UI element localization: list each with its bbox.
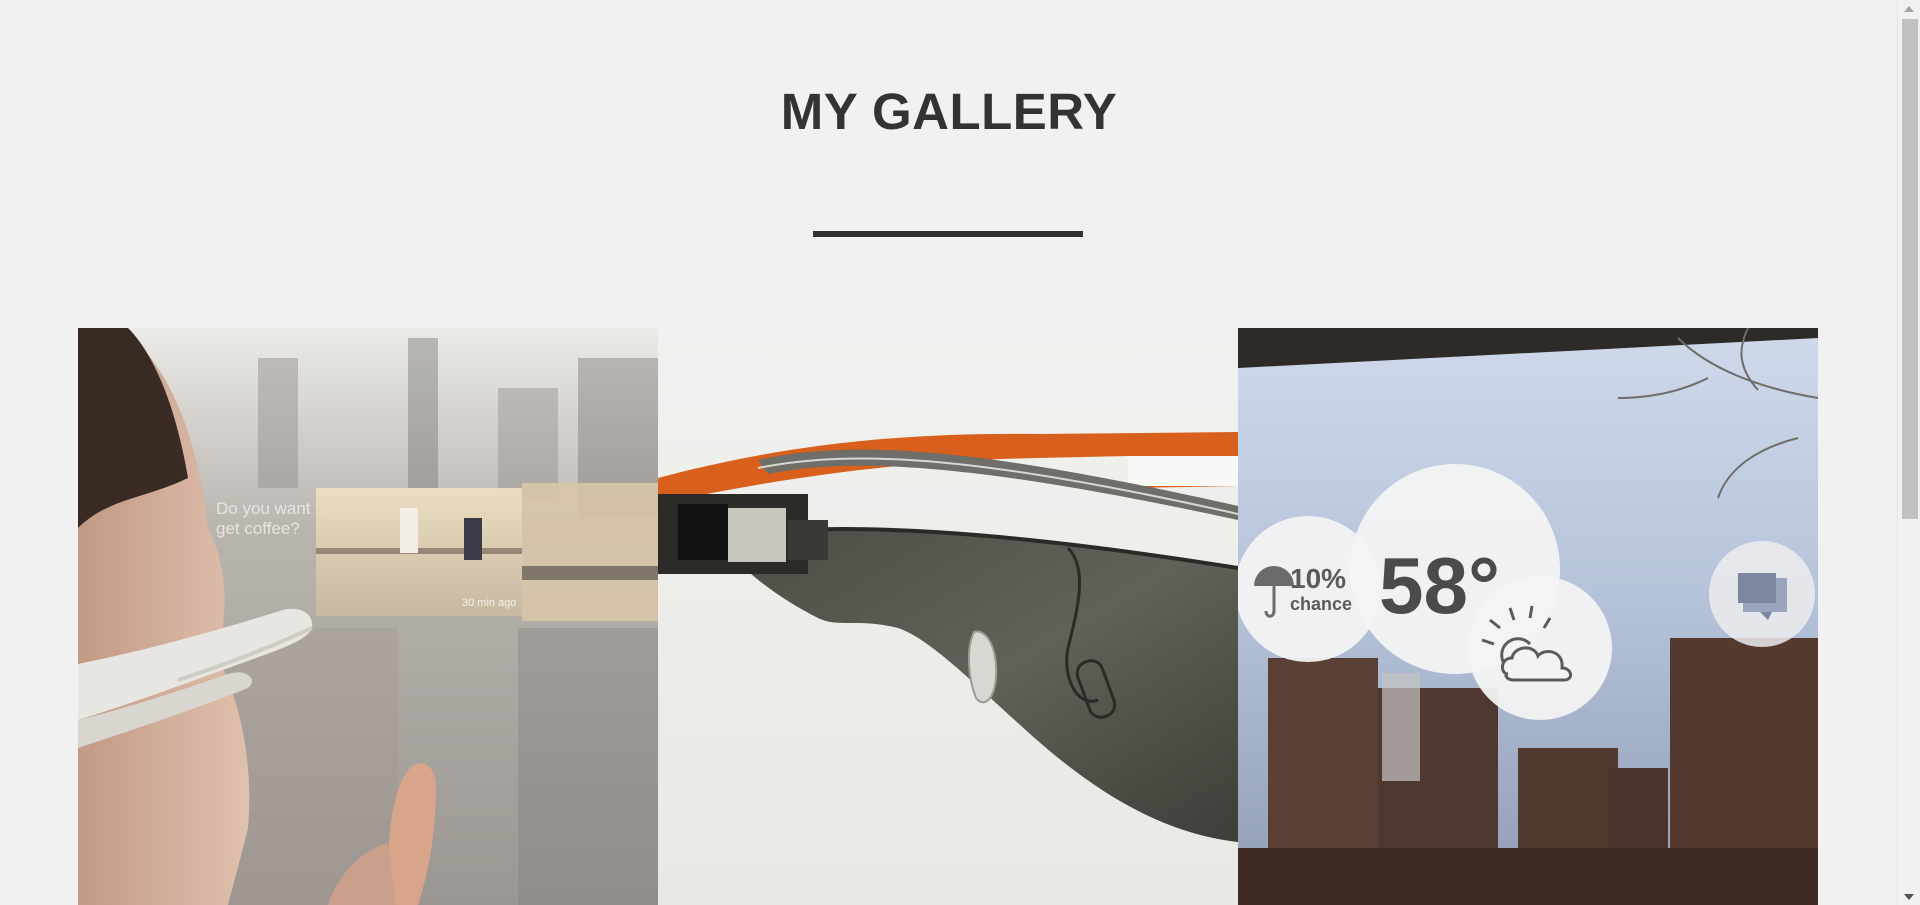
overlay-text-line1: Do you want to <box>216 499 329 518</box>
scroll-down-icon[interactable] <box>1898 888 1920 905</box>
weather-overlay-image: 10% chance 58° <box>1238 328 1818 905</box>
gallery-image-glasses-user[interactable]: Do you want to get coffee? 30 min ago <box>78 328 658 905</box>
gallery-grid: Do you want to get coffee? 30 min ago 10… <box>78 328 1818 905</box>
scrollbar-thumb[interactable] <box>1902 19 1918 519</box>
scroll-up-icon[interactable] <box>1898 0 1920 17</box>
rain-label: chance <box>1290 594 1352 614</box>
temperature: 58° <box>1379 541 1500 630</box>
glasses-user-image: Do you want to get coffee? 30 min ago <box>78 328 658 905</box>
gallery-image-weather-overlay[interactable]: 10% chance 58° <box>1238 328 1818 905</box>
rain-percent: 10% <box>1290 563 1346 594</box>
page-title: MY GALLERY <box>780 83 1118 140</box>
gallery-image-glasses-product[interactable] <box>658 328 1238 905</box>
overlay-text-line2: get coffee? <box>216 519 300 538</box>
overlay-time: 30 min ago <box>462 597 516 609</box>
glasses-product-image <box>658 328 1238 905</box>
gallery-page: MY GALLERY Do you want to get coffee? 30… <box>0 0 1898 905</box>
title-divider <box>813 231 1083 237</box>
vertical-scrollbar[interactable] <box>1897 0 1920 905</box>
